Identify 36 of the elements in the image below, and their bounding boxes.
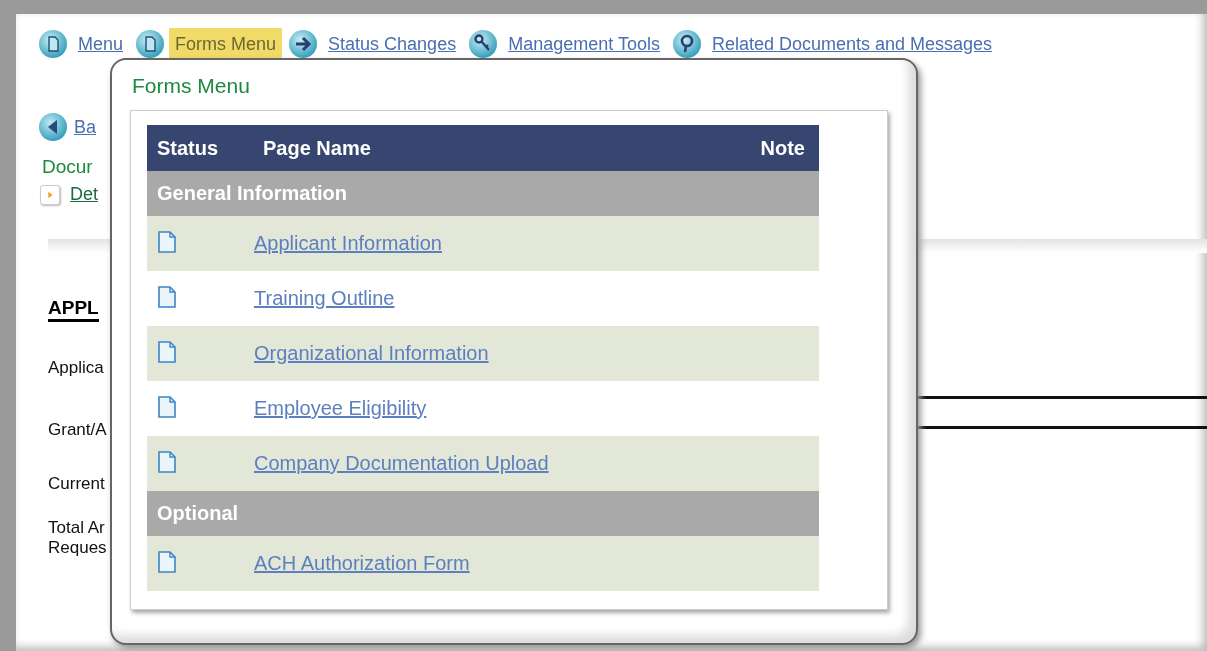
page-link[interactable]: Training Outline [254,287,395,309]
column-header: Page Name [253,125,713,171]
nav-link[interactable]: Forms Menu [169,27,283,61]
nav-link[interactable]: Status Changes [322,30,463,58]
field-label: Total Ar Reques [48,518,108,558]
document-icon [157,395,177,418]
page-icon[interactable] [135,29,166,59]
nav-link[interactable]: Menu [72,30,130,58]
page-link[interactable]: Employee Eligibility [254,397,427,419]
column-header: Note [712,125,819,171]
document-icon [157,450,177,473]
page-link[interactable]: Company Documentation Upload [254,452,549,474]
field-label: Current [48,474,106,494]
document-icon [157,340,177,363]
document-icon [157,230,177,253]
group-header: Optional [147,491,819,536]
back-icon[interactable] [38,112,68,142]
page-icon[interactable] [38,29,68,59]
page-link[interactable]: ACH Authorization Form [254,552,470,574]
nav-link[interactable]: Related Documents and Messages [705,30,999,58]
section-title: Docur [42,156,94,178]
column-header: Status [147,125,253,171]
nav-link[interactable]: Management Tools [502,30,666,58]
key-icon[interactable] [468,29,499,59]
field-label: Grant/A [48,420,108,440]
field-label: Applica [48,358,105,378]
document-icon [157,285,177,308]
back-link[interactable]: Ba [74,116,97,138]
form-heading: APPL [48,297,99,322]
page-link[interactable]: Organizational Information [254,342,489,364]
page-link[interactable]: Applicant Information [254,232,442,254]
details-link[interactable]: Det [70,184,98,205]
pin-icon[interactable] [671,29,702,59]
popup-title: Forms Menu [132,74,251,98]
group-header: General Information [147,171,819,216]
document-icon [157,550,177,573]
